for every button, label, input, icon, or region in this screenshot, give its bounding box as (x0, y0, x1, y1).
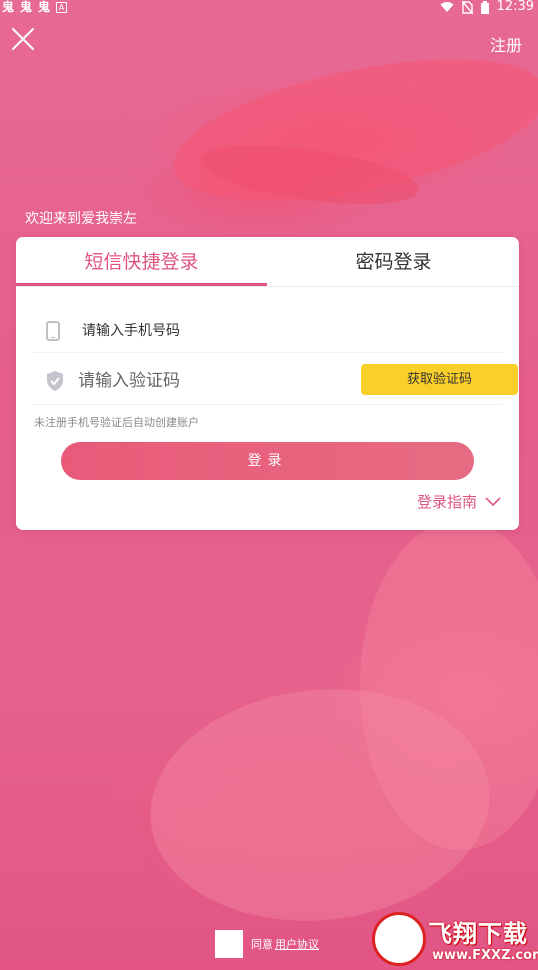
no-sim-icon (461, 0, 473, 14)
user-agreement-link[interactable]: 用户协议 (275, 936, 319, 952)
notification-icon: 鬼 (20, 0, 33, 14)
close-button[interactable] (10, 26, 36, 52)
status-time: 12:39 (496, 0, 534, 14)
notification-icon: 鬼 (38, 0, 51, 14)
login-guide-label: 登录指南 (416, 493, 477, 511)
phone-input[interactable] (82, 317, 482, 345)
tab-password-login[interactable]: 密码登录 (268, 237, 519, 287)
close-icon (12, 28, 34, 50)
wifi-icon (440, 2, 454, 12)
get-code-button[interactable]: 获取验证码 (361, 364, 518, 395)
welcome-text: 欢迎来到爱我崇左 (25, 211, 137, 227)
watermark-logo: 飞翔下载 www.FXXZ.com (372, 910, 538, 968)
active-tab-indicator (16, 283, 267, 286)
phone-row (32, 309, 502, 353)
register-link[interactable]: 注册 (490, 32, 522, 56)
watermark-emblem (372, 912, 426, 966)
chevron-down-icon (485, 496, 501, 506)
watermark-title: 飞翔下载 (428, 920, 528, 948)
login-guide-link[interactable]: 登录指南 (417, 491, 501, 512)
battery-icon (480, 0, 489, 14)
login-tabs: 短信快捷登录 密码登录 (16, 237, 519, 287)
notification-icon: 鬼 (2, 0, 15, 14)
code-row: 获取验证码 (32, 357, 518, 405)
tab-sms-login[interactable]: 短信快捷登录 (16, 237, 267, 287)
watermark-url: www.FXXZ.com (432, 948, 538, 963)
shield-icon (47, 371, 63, 391)
verification-code-input[interactable] (78, 367, 328, 395)
login-card: 短信快捷登录 密码登录 获取验证码 未注册手机号验证后自动创建账户 登录 登录指… (16, 237, 519, 530)
agree-text: 同意 (251, 938, 273, 951)
phone-icon (46, 321, 60, 341)
agree-checkbox[interactable] (215, 930, 243, 958)
agreement: 同意 用户协议 (215, 930, 319, 958)
keyboard-icon: A (56, 1, 68, 13)
auto-register-hint: 未注册手机号验证后自动创建账户 (34, 416, 199, 429)
status-bar: 鬼 鬼 鬼 A 12:39 (0, 0, 538, 16)
login-button[interactable]: 登录 (61, 442, 474, 480)
